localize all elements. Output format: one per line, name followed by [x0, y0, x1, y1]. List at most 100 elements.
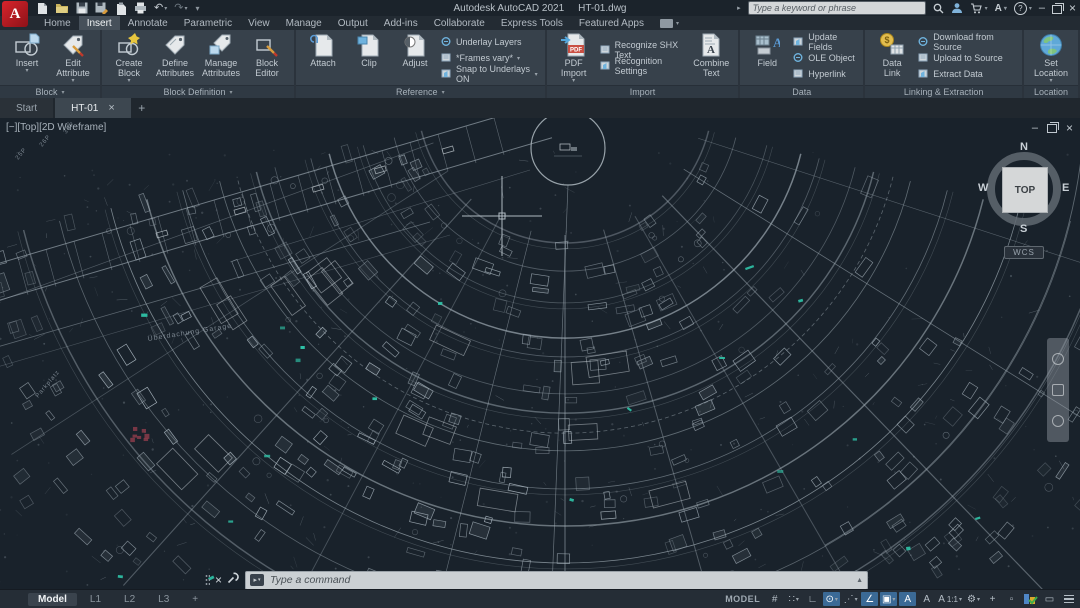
isolate-objects-icon[interactable]: ▫ [1003, 592, 1020, 606]
sign-in-icon[interactable] [951, 2, 963, 14]
ribbon-button-adjust[interactable]: Adjust [393, 31, 437, 85]
app-menu-logo[interactable]: A [2, 1, 28, 27]
redo-icon[interactable]: ↷ ▾ [174, 2, 187, 15]
ribbon-row-hyperlink[interactable]: Hyperlink [791, 67, 858, 82]
viewcube-east[interactable]: E [1062, 182, 1069, 194]
ribbon-tab-add-ins[interactable]: Add-ins [376, 16, 426, 30]
layout-tab-l3[interactable]: L3 [148, 593, 179, 606]
panel-title-block-definition[interactable]: Block Definition ▾ [102, 85, 294, 98]
ribbon-row-update-fields[interactable]: Update Fields [791, 32, 858, 52]
command-bar-close-icon[interactable]: × [215, 574, 222, 586]
customization-icon[interactable] [1060, 592, 1077, 606]
object-snap-icon[interactable]: ▣ ▾ [880, 592, 898, 606]
command-input[interactable] [268, 573, 853, 587]
panel-title-linking-extraction[interactable]: Linking & Extraction [865, 85, 1022, 98]
ribbon-tab-view[interactable]: View [240, 16, 278, 30]
ribbon-button-block-editor[interactable]: Block Editor [245, 31, 289, 85]
viewcube-top-face[interactable]: TOP [1002, 167, 1048, 213]
ribbon-button-attach[interactable]: Attach [301, 31, 345, 85]
print-icon[interactable] [134, 2, 147, 15]
ribbon-tab-collaborate[interactable]: Collaborate [426, 16, 493, 30]
clean-screen-icon[interactable]: ▭ [1041, 592, 1058, 606]
annotation-monitor-icon[interactable]: + [984, 592, 1001, 606]
drawing-canvas[interactable]: Überdachung GarageParkplatz25P26P30P [0, 118, 1080, 590]
help-icon[interactable]: ? ▾ [1013, 1, 1032, 15]
nav-orbit-icon[interactable] [1052, 414, 1064, 427]
autodesk-app-icon[interactable]: A ▾ [995, 3, 1007, 14]
drawing-viewport[interactable]: Überdachung Garage Parkplatz 25P 26P 30P [−]… [0, 118, 1080, 590]
layout-tab-l2[interactable]: L2 [114, 593, 145, 606]
command-history-up-icon[interactable]: ▲ [856, 577, 863, 584]
ortho-mode-icon[interactable]: ∟ [804, 592, 821, 606]
ribbon-button-clip[interactable]: Clip [347, 31, 391, 85]
panel-title-location[interactable]: Location [1024, 85, 1078, 98]
layout-tab-l1[interactable]: L1 [80, 593, 111, 606]
ribbon-tab-featured-apps[interactable]: Featured Apps [571, 16, 652, 30]
ribbon-button-field[interactable]: A Field [745, 31, 789, 85]
nav-zoom-icon[interactable] [1052, 383, 1064, 396]
file-tab-start[interactable]: Start [0, 98, 54, 118]
ribbon-tab-express-tools[interactable]: Express Tools [493, 16, 571, 30]
model-space[interactable]: MODEL [724, 592, 761, 606]
ribbon-button-create-block[interactable]: Create Block ▾ [107, 31, 151, 85]
ribbon-tab-manage[interactable]: Manage [278, 16, 330, 30]
viewcube-north[interactable]: N [1020, 141, 1028, 153]
ribbon-tab-parametric[interactable]: Parametric [176, 16, 240, 30]
isometric-drafting-icon[interactable]: ⋰ ▾ [842, 592, 859, 606]
viewcube-west[interactable]: W [978, 182, 988, 194]
ribbon-button-pdf-import[interactable]: PDF PDF Import ▾ [552, 31, 596, 85]
viewcube-south[interactable]: S [1020, 223, 1027, 235]
snap-mode-icon[interactable]: ∷ ▾ [785, 592, 802, 606]
save-icon[interactable] [76, 2, 88, 15]
layout-tab-model[interactable]: Model [28, 592, 77, 606]
ribbon-row-snap-to-underlays-on[interactable]: Snap to Underlays ON ▾ [439, 64, 540, 84]
search-input[interactable] [747, 1, 926, 15]
ribbon-button-data-link[interactable]: $ Data Link [870, 31, 914, 85]
customize-wrench-icon[interactable] [227, 571, 240, 589]
nav-pan-icon[interactable] [1052, 353, 1064, 366]
wcs-badge[interactable]: WCS [1004, 246, 1044, 259]
close-button[interactable]: × [1069, 2, 1076, 14]
command-icon[interactable]: ▸ ▾ [250, 574, 265, 586]
search-expand-icon[interactable]: ▸ [737, 4, 741, 12]
ribbon-tab-home[interactable]: Home [36, 16, 79, 30]
polar-tracking-icon[interactable]: ⊙ ▾ [823, 592, 841, 606]
file-tab-add-button[interactable]: + [133, 98, 151, 118]
ribbon-button-set-location[interactable]: Set Location ▾ [1029, 31, 1073, 85]
ribbon-button-edit-attribute[interactable]: Edit Attribute ▾ [51, 31, 95, 85]
drawing-minimize-button[interactable]: – [1032, 122, 1038, 133]
new-icon[interactable] [36, 2, 48, 15]
ribbon-tab-output[interactable]: Output [330, 16, 376, 30]
viewcube[interactable]: N S W E TOP [978, 141, 1070, 235]
plot-icon[interactable] [115, 2, 127, 15]
annotation-visibility-icon[interactable]: A [899, 592, 917, 606]
viewport-controls[interactable]: [−][Top][2D Wireframe] [6, 122, 106, 133]
app-store-cart-icon[interactable]: ▾ [970, 2, 988, 14]
ribbon-button-define-attributes[interactable]: Define Attributes [153, 31, 197, 85]
qat-more-icon[interactable]: ▾ [194, 2, 199, 15]
ribbon-button-insert[interactable]: Insert ▾ [5, 31, 49, 85]
layout-tab-add-button[interactable]: + [182, 593, 208, 606]
drawing-restore-button[interactable] [1046, 122, 1059, 133]
panel-title-data[interactable]: Data [740, 85, 864, 98]
ribbon-button-manage-attributes[interactable]: Manage Attributes [199, 31, 243, 85]
annotation-autoscale-icon[interactable]: A [918, 592, 935, 606]
object-snap-tracking-icon[interactable]: ∠ [861, 592, 879, 606]
panel-title-reference[interactable]: Reference ▾ [296, 85, 545, 98]
grid-display-icon[interactable]: # [766, 592, 783, 606]
minimize-button[interactable]: – [1039, 3, 1045, 14]
ribbon-row-extract-data[interactable]: Extract Data [916, 67, 1017, 82]
search-icon[interactable] [933, 3, 944, 14]
panel-title-import[interactable]: Import [546, 85, 739, 98]
ribbon-tab-insert[interactable]: Insert [78, 16, 120, 30]
graphics-performance-icon[interactable] [1022, 592, 1039, 606]
undo-icon[interactable]: ↶ ▾ [154, 2, 167, 15]
ribbon-row-recognition-settings[interactable]: Recognition Settings [598, 56, 688, 76]
ribbon-tab-annotate[interactable]: Annotate [120, 16, 176, 30]
ribbon-row-underlay-layers[interactable]: Underlay Layers [439, 35, 540, 50]
navigation-bar[interactable] [1047, 338, 1069, 442]
annotation-scale-icon[interactable]: A 1:1 ▾ [937, 592, 963, 606]
ribbon-row-ole-object[interactable]: OLE Object [791, 51, 858, 66]
ribbon-row-upload-to-source[interactable]: Upload to Source [916, 51, 1017, 66]
command-bar-grip[interactable] [205, 573, 210, 587]
